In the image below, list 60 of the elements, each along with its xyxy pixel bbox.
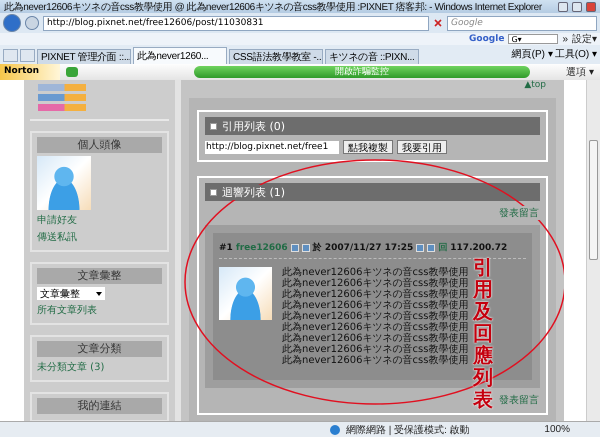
stop-icon[interactable] (433, 18, 443, 28)
norton-logo: Norton (0, 64, 60, 80)
sidebar-heading: 文章分類 (37, 341, 162, 357)
address-field[interactable]: http://blog.pixnet.net/free12606/post/11030831 (43, 16, 429, 30)
close-icon[interactable] (586, 2, 596, 12)
sidebar-link[interactable]: 未分類文章 (3) (37, 360, 162, 374)
comment-text: 此為never12606キツネの音css教學使用 (282, 267, 468, 278)
comment-text: 此為never12606キツネの音css教學使用 (282, 322, 468, 333)
comment-text: 此為never12606キツネの音css教學使用 (282, 278, 468, 289)
browser-tab[interactable]: キツネの音 ::PIXN... (325, 49, 419, 64)
settings-button[interactable]: 設定▾ (572, 32, 597, 46)
maximize-icon[interactable] (572, 2, 582, 12)
options-menu[interactable]: 選項 ▾ (566, 65, 594, 79)
comment-ip: 117.200.72 (450, 242, 508, 252)
zoom-level[interactable]: 100% (544, 424, 570, 435)
avatar-placeholder (219, 267, 272, 320)
comment-number: #1 (219, 242, 233, 252)
annotation-text: 引用及回應列表 (473, 256, 493, 410)
sidebar-link[interactable]: 所有文章列表 (37, 303, 162, 317)
browser-tab[interactable]: 此為never1260... (133, 47, 227, 64)
trackback-button[interactable]: 點我複製 (343, 140, 393, 154)
trackback-url-field[interactable]: http://blog.pixnet.net/free1 (205, 140, 339, 154)
scrollbar-thumb[interactable] (589, 140, 598, 260)
collapse-icon[interactable] (210, 188, 217, 196)
page-menu[interactable]: 網頁(P) ▾ (512, 47, 553, 61)
globe-icon (330, 424, 340, 434)
back-icon[interactable] (3, 14, 21, 32)
sidebar-heading: 個人頭像 (37, 137, 162, 153)
sidebar-link[interactable]: 申請好友 (37, 213, 162, 227)
window-title: 此為never12606キツネの音css教學使用 @ 此為never12606キツネの音css教學使用 :PIXNET 痞客邦: - Windows Internet Explorer (4, 0, 543, 14)
google-logo: Google (469, 34, 504, 44)
comment-text: 此為never12606キツネの音css教學使用 (282, 311, 468, 322)
browser-tab[interactable]: PIXNET 管理介面 ::... (37, 49, 131, 64)
forward-icon[interactable] (25, 16, 39, 30)
google-search-field[interactable]: G▾ (508, 34, 558, 44)
badge-icon[interactable] (38, 104, 86, 111)
sidebar-link[interactable]: 傳送私訊 (37, 230, 162, 244)
archive-dropdown[interactable]: 文章彙整 (37, 287, 105, 300)
caret-icon[interactable] (96, 292, 102, 296)
security-zone: 網際網路 | 受保護模式: 啟動 (346, 424, 470, 436)
expand-icon[interactable] (210, 122, 217, 130)
comment-text: 此為never12606キツネの音css教學使用 (282, 355, 468, 366)
section-title: 引用列表 (0) (222, 118, 286, 134)
sidebar-heading: 我的連結 (37, 398, 162, 414)
comment-text: 此為never12606キツネの音css教學使用 (282, 344, 468, 355)
section-title: 迴響列表 (1) (222, 184, 288, 200)
comment-text: 此為never12606キツネの音css教學使用 (282, 289, 468, 300)
comment-text: 此為never12606キツネの音css教學使用 (282, 333, 468, 344)
more-button[interactable]: » (562, 34, 568, 44)
badge-icon[interactable] (38, 94, 86, 101)
minimize-icon[interactable] (558, 2, 568, 12)
trackback-button[interactable]: 我要引用 (397, 140, 447, 154)
comment-date: 於 2007/11/27 17:25 (312, 241, 414, 254)
top-link[interactable]: ▲top (524, 80, 546, 90)
comment-text: 此為never12606キツネの音css教學使用 (282, 300, 468, 311)
tools-menu[interactable]: 工具(O) ▾ (554, 47, 597, 61)
avatar-placeholder (37, 156, 91, 210)
sidebar-heading: 文章彙整 (37, 268, 162, 284)
search-field[interactable]: Google (447, 16, 597, 30)
browser-tab[interactable]: CSS語法教學教室 -... (229, 49, 323, 64)
